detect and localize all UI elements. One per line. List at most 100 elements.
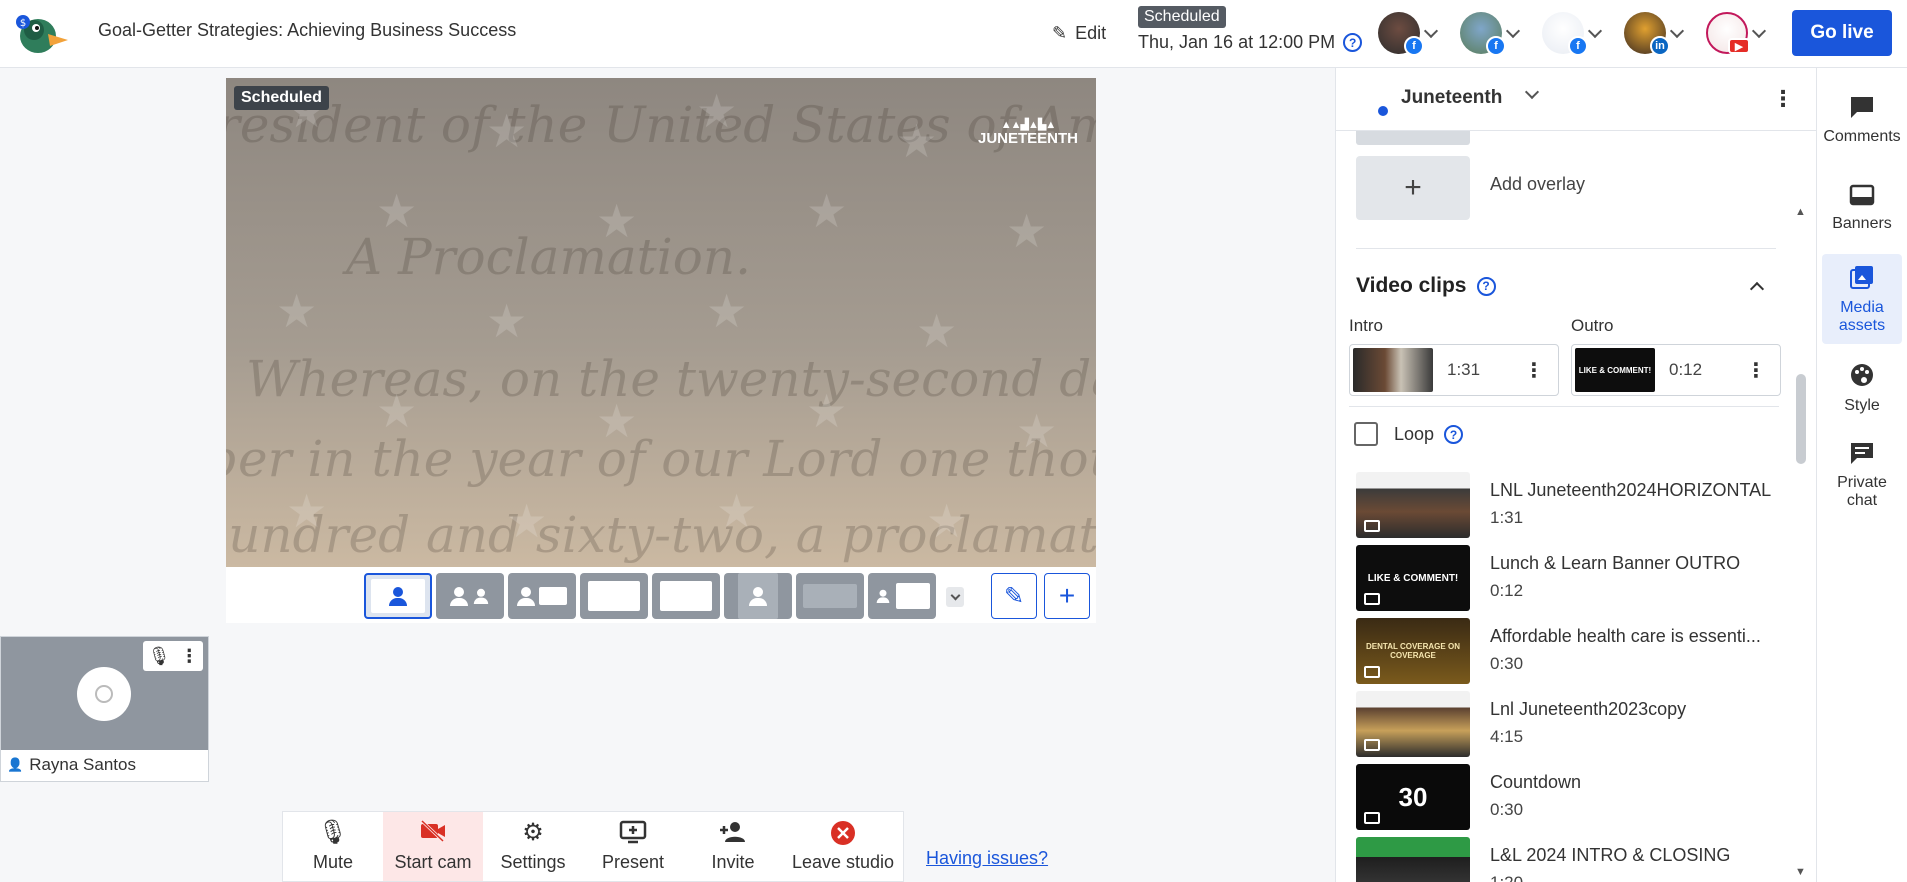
help-icon[interactable]: ? — [1343, 33, 1363, 52]
destination-avatar: f — [1378, 12, 1424, 56]
loop-checkbox[interactable] — [1354, 422, 1378, 446]
outro-clip-thumbnail: LIKE & COMMENT! — [1575, 348, 1655, 392]
gear-icon: ⚙ — [522, 819, 544, 846]
settings-button[interactable]: ⚙ Settings — [483, 812, 583, 881]
rail-media-assets[interactable]: Media assets — [1822, 254, 1902, 344]
camera-off-icon — [419, 819, 447, 846]
scroll-thumb[interactable] — [1796, 374, 1806, 464]
chevron-up-icon[interactable] — [1749, 281, 1765, 297]
layout-sidebar-screen[interactable] — [868, 573, 936, 619]
participant-tile[interactable]: 🎙 ⋮ 👤 Rayna Santos — [0, 636, 209, 782]
layout-split[interactable] — [724, 573, 792, 619]
participant-video: 🎙 ⋮ — [1, 637, 208, 750]
video-thumbnail — [1356, 472, 1470, 538]
edit-layout-button[interactable]: ✎ — [991, 573, 1037, 619]
mute-button[interactable]: 🎙 Mute — [283, 812, 383, 881]
user-icon — [95, 685, 113, 703]
more-options-icon[interactable]: ⋮ — [1772, 86, 1794, 112]
video-thumbnail — [1356, 837, 1470, 882]
star-decoration: ★ — [896, 115, 938, 167]
start-cam-button[interactable]: Start cam — [383, 812, 483, 881]
list-item[interactable]: Lnl Juneteenth2023copy 4:15 — [1356, 691, 1776, 757]
layout-solo[interactable] — [364, 573, 432, 619]
add-layout-button[interactable]: + — [1044, 573, 1090, 619]
star-decoration: ★ — [276, 285, 318, 337]
broadcast-title[interactable]: Goal-Getter Strategies: Achieving Busine… — [98, 20, 516, 41]
chevron-down-icon — [1587, 23, 1603, 38]
outro-clip-slot[interactable]: LIKE & COMMENT! 0:12 ⋮ — [1571, 344, 1781, 396]
chevron-down-icon — [1423, 23, 1439, 38]
present-screen-icon — [619, 820, 647, 846]
overlay-thumbnail[interactable] — [1356, 131, 1470, 145]
loop-label: Loop ? — [1394, 424, 1464, 445]
rail-style[interactable]: Style — [1822, 348, 1902, 428]
intro-clip-slot[interactable]: 1:31 ⋮ — [1349, 344, 1559, 396]
media-assets-panel: Juneteenth ⋮ + Add overlay Video clips ?… — [1335, 68, 1817, 882]
star-decoration: ★ — [376, 385, 418, 437]
layout-person-screen[interactable] — [508, 573, 576, 619]
star-decoration: ★ — [696, 85, 738, 137]
facebook-icon: f — [1486, 36, 1506, 56]
star-decoration: ★ — [286, 485, 328, 537]
stage-preview: resident of the United States of Ame A P… — [226, 78, 1096, 567]
divider — [1356, 248, 1776, 249]
close-circle-icon — [830, 820, 856, 846]
more-layouts-button[interactable] — [946, 587, 964, 607]
help-icon[interactable]: ? — [1476, 276, 1496, 296]
edit-button[interactable]: ✎ Edit — [1052, 18, 1106, 48]
having-issues-link[interactable]: Having issues? — [926, 848, 1048, 869]
layout-side-by-side[interactable] — [796, 573, 864, 619]
help-icon[interactable]: ? — [1444, 425, 1464, 444]
more-options-icon[interactable]: ⋮ — [1524, 358, 1544, 383]
destination-facebook-3[interactable]: f — [1542, 10, 1618, 56]
go-live-button[interactable]: Go live — [1792, 10, 1892, 56]
more-options-icon[interactable]: ⋮ — [1746, 358, 1766, 383]
list-item[interactable]: LNL Juneteenth2024HORIZONTAL 1:31 — [1356, 472, 1776, 538]
star-decoration: ★ — [596, 395, 638, 447]
rail-private-chat[interactable]: Private chat — [1822, 430, 1902, 520]
participant-name: 👤 Rayna Santos — [7, 755, 136, 774]
layout-screen-only[interactable] — [652, 573, 720, 619]
chevron-down-icon[interactable] — [1524, 84, 1540, 100]
star-decoration: ★ — [486, 295, 528, 347]
participant-controls: 🎙 ⋮ — [143, 641, 203, 671]
list-item[interactable]: DENTAL COVERAGE ON COVERAGE Affordable h… — [1356, 618, 1776, 684]
destination-youtube[interactable]: ▶ — [1706, 10, 1782, 56]
list-item[interactable]: 30 Countdown 0:30 — [1356, 764, 1776, 830]
film-icon — [1364, 812, 1380, 824]
add-overlay-label: Add overlay — [1490, 174, 1586, 194]
intro-label: Intro — [1349, 316, 1384, 335]
video-thumbnail: LIKE & COMMENT! — [1356, 545, 1470, 611]
layout-group[interactable] — [436, 573, 504, 619]
video-clips-heading: Video clips ? — [1356, 274, 1496, 298]
list-item[interactable]: LIKE & COMMENT! Lunch & Learn Banner OUT… — [1356, 545, 1776, 611]
palette-icon — [1849, 362, 1875, 393]
banner-icon — [1849, 183, 1875, 211]
plus-icon: + — [1404, 171, 1422, 204]
rail-comments[interactable]: Comments — [1822, 80, 1902, 160]
present-button[interactable]: Present — [583, 812, 683, 881]
panel-scrollbar[interactable]: ▲ ▼ — [1792, 144, 1810, 882]
brand-color-dot — [1378, 106, 1388, 116]
facebook-icon: f — [1404, 36, 1424, 56]
destination-linkedin[interactable]: in — [1624, 10, 1700, 56]
more-options-icon[interactable]: ⋮ — [180, 646, 198, 667]
plus-icon: + — [1058, 580, 1076, 611]
scroll-down-icon[interactable]: ▼ — [1795, 866, 1806, 878]
duck-logo-icon[interactable]: $ — [14, 10, 70, 56]
list-item[interactable]: L&L 2024 INTRO & CLOSING 1:20 — [1356, 837, 1776, 882]
microphone-icon[interactable]: 🎙 — [148, 646, 171, 667]
brand-selector[interactable]: Juneteenth — [1401, 87, 1502, 109]
youtube-icon: ▶ — [1728, 38, 1750, 54]
invite-button[interactable]: Invite — [683, 812, 783, 881]
destination-facebook-2[interactable]: f — [1460, 10, 1536, 56]
intro-clip-thumbnail — [1353, 348, 1433, 392]
chevron-down-icon — [1505, 23, 1521, 38]
scroll-up-icon[interactable]: ▲ — [1795, 206, 1806, 218]
destination-facebook-1[interactable]: f — [1378, 10, 1454, 56]
leave-studio-button[interactable]: Leave studio — [783, 812, 903, 881]
rail-banners[interactable]: Banners — [1822, 168, 1902, 248]
person-icon — [517, 587, 535, 606]
layout-picture-in-picture[interactable] — [580, 573, 648, 619]
add-overlay-button[interactable]: + — [1356, 156, 1470, 220]
